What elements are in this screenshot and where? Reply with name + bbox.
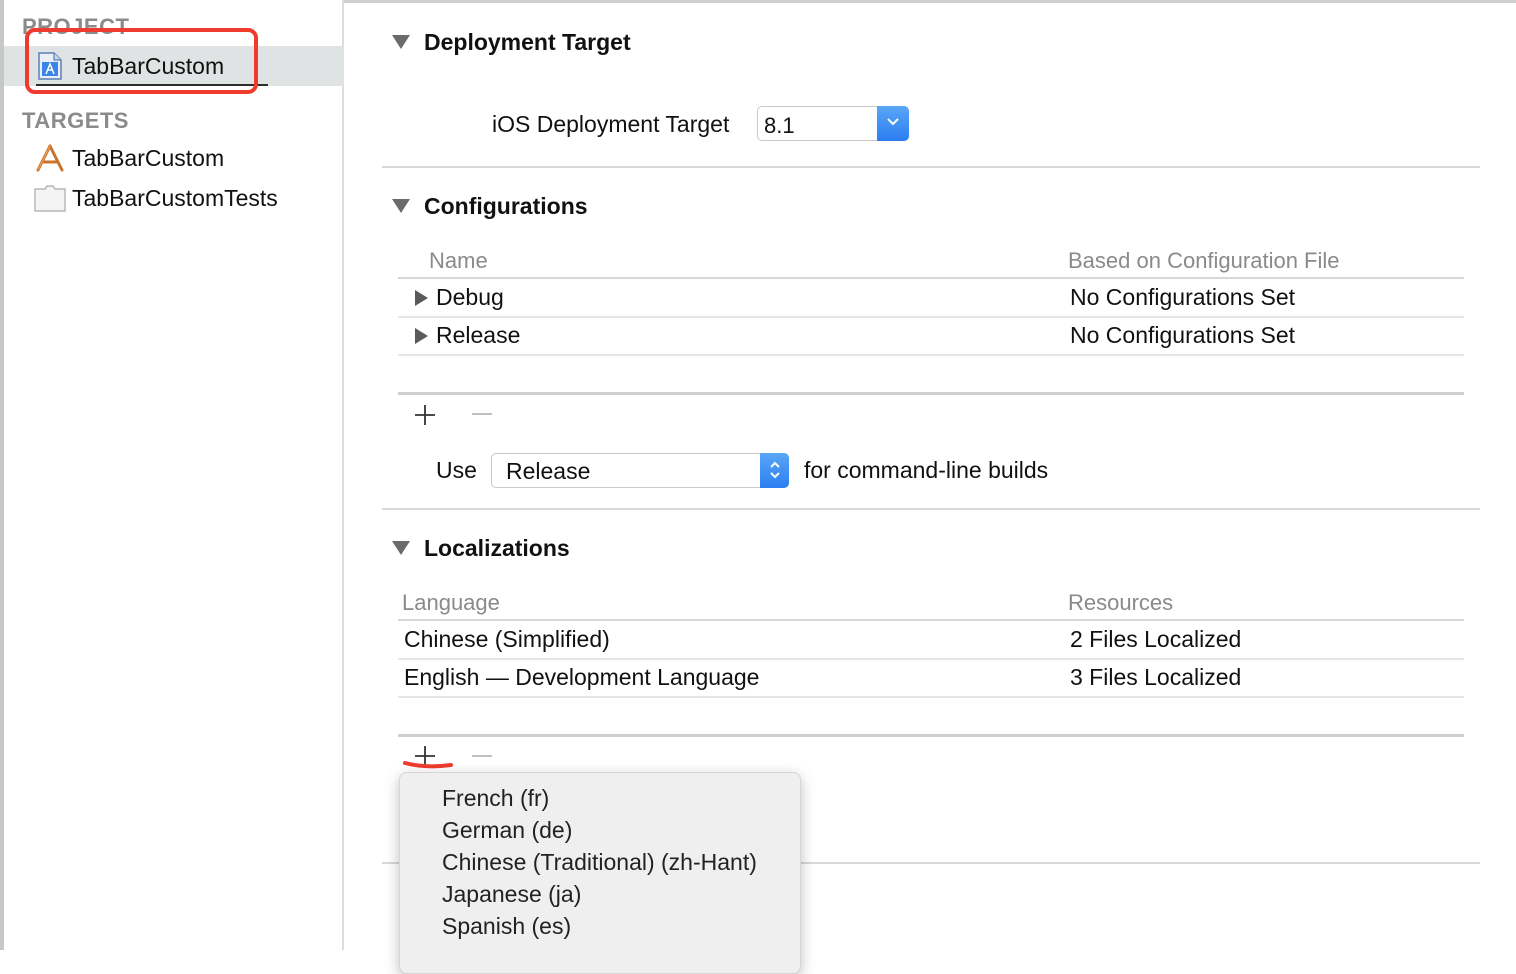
up-down-chevron-icon <box>770 461 780 479</box>
test-bundle-icon <box>34 185 66 212</box>
add-language-menu: French (fr) German (de) Chinese (Traditi… <box>399 772 801 974</box>
table-row-divider <box>398 696 1464 698</box>
section-divider <box>382 508 1480 510</box>
loc-row-language: Chinese (Simplified) <box>404 626 610 652</box>
red-annotation-box <box>25 28 258 94</box>
loc-row-resources: 3 Files Localized <box>1070 664 1242 690</box>
red-underline-annotation <box>403 761 453 769</box>
chevron-down-icon <box>887 118 899 126</box>
table-bottom-border <box>398 734 1464 737</box>
table-row[interactable]: Debug No Configurations Set <box>398 279 1464 316</box>
deployment-disclosure-icon[interactable] <box>392 35 410 49</box>
table-bottom-border <box>398 392 1464 395</box>
command-line-builds-label: for command-line builds <box>804 457 1049 483</box>
config-row-name: Release <box>436 322 521 348</box>
config-row-file: No Configurations Set <box>1070 284 1296 310</box>
loc-row-resources: 2 Files Localized <box>1070 626 1242 652</box>
deployment-section-title: Deployment Target <box>424 29 631 55</box>
popup-stepper-button[interactable] <box>760 453 789 488</box>
table-row[interactable]: Chinese (Simplified) 2 Files Localized <box>398 621 1464 658</box>
config-row-name: Debug <box>436 284 504 310</box>
add-configuration-button[interactable] <box>414 404 436 426</box>
localizations-disclosure-icon[interactable] <box>392 541 410 555</box>
ios-deployment-target-value: 8.1 <box>764 113 795 138</box>
use-label: Use <box>436 457 477 483</box>
config-column-file-header[interactable]: Based on Configuration File <box>1068 248 1340 274</box>
remove-configuration-button[interactable] <box>472 413 492 415</box>
command-line-config-value: Release <box>506 458 591 484</box>
combobox-dropdown-button[interactable] <box>877 106 909 141</box>
configurations-disclosure-icon[interactable] <box>392 199 410 213</box>
config-column-name-header[interactable]: Name <box>429 248 488 274</box>
menu-item-japanese[interactable]: Japanese (ja) <box>442 881 581 908</box>
configurations-section-title: Configurations <box>424 193 588 219</box>
loc-row-language: English — Development Language <box>404 664 760 690</box>
ios-deployment-target-combobox[interactable]: 8.1 <box>757 106 909 141</box>
app-target-icon <box>36 144 64 172</box>
command-line-config-popup[interactable]: Release <box>491 453 789 488</box>
section-divider <box>382 166 1480 168</box>
sidebar-item-target-app[interactable]: TabBarCustom <box>72 145 224 172</box>
localizations-section-title: Localizations <box>424 535 570 561</box>
remove-localization-button[interactable] <box>472 755 492 757</box>
table-row[interactable]: Release No Configurations Set <box>398 318 1464 355</box>
sidebar-left-border <box>0 0 4 950</box>
menu-item-german[interactable]: German (de) <box>442 817 572 844</box>
expand-triangle-icon[interactable] <box>415 328 428 344</box>
loc-column-resources-header[interactable]: Resources <box>1068 590 1173 616</box>
expand-triangle-icon[interactable] <box>415 290 428 306</box>
table-row-divider <box>398 354 1464 356</box>
targets-section-header: TARGETS <box>22 108 129 133</box>
menu-item-french[interactable]: French (fr) <box>442 785 549 812</box>
table-row[interactable]: English — Development Language 3 Files L… <box>398 660 1464 697</box>
menu-item-spanish[interactable]: Spanish (es) <box>442 913 571 940</box>
loc-column-language-header[interactable]: Language <box>402 590 500 616</box>
sidebar-item-target-tests[interactable]: TabBarCustomTests <box>72 185 278 212</box>
config-row-file: No Configurations Set <box>1070 322 1296 348</box>
ios-deployment-target-label: iOS Deployment Target <box>492 111 730 137</box>
menu-item-chinese-traditional[interactable]: Chinese (Traditional) (zh-Hant) <box>442 849 757 876</box>
